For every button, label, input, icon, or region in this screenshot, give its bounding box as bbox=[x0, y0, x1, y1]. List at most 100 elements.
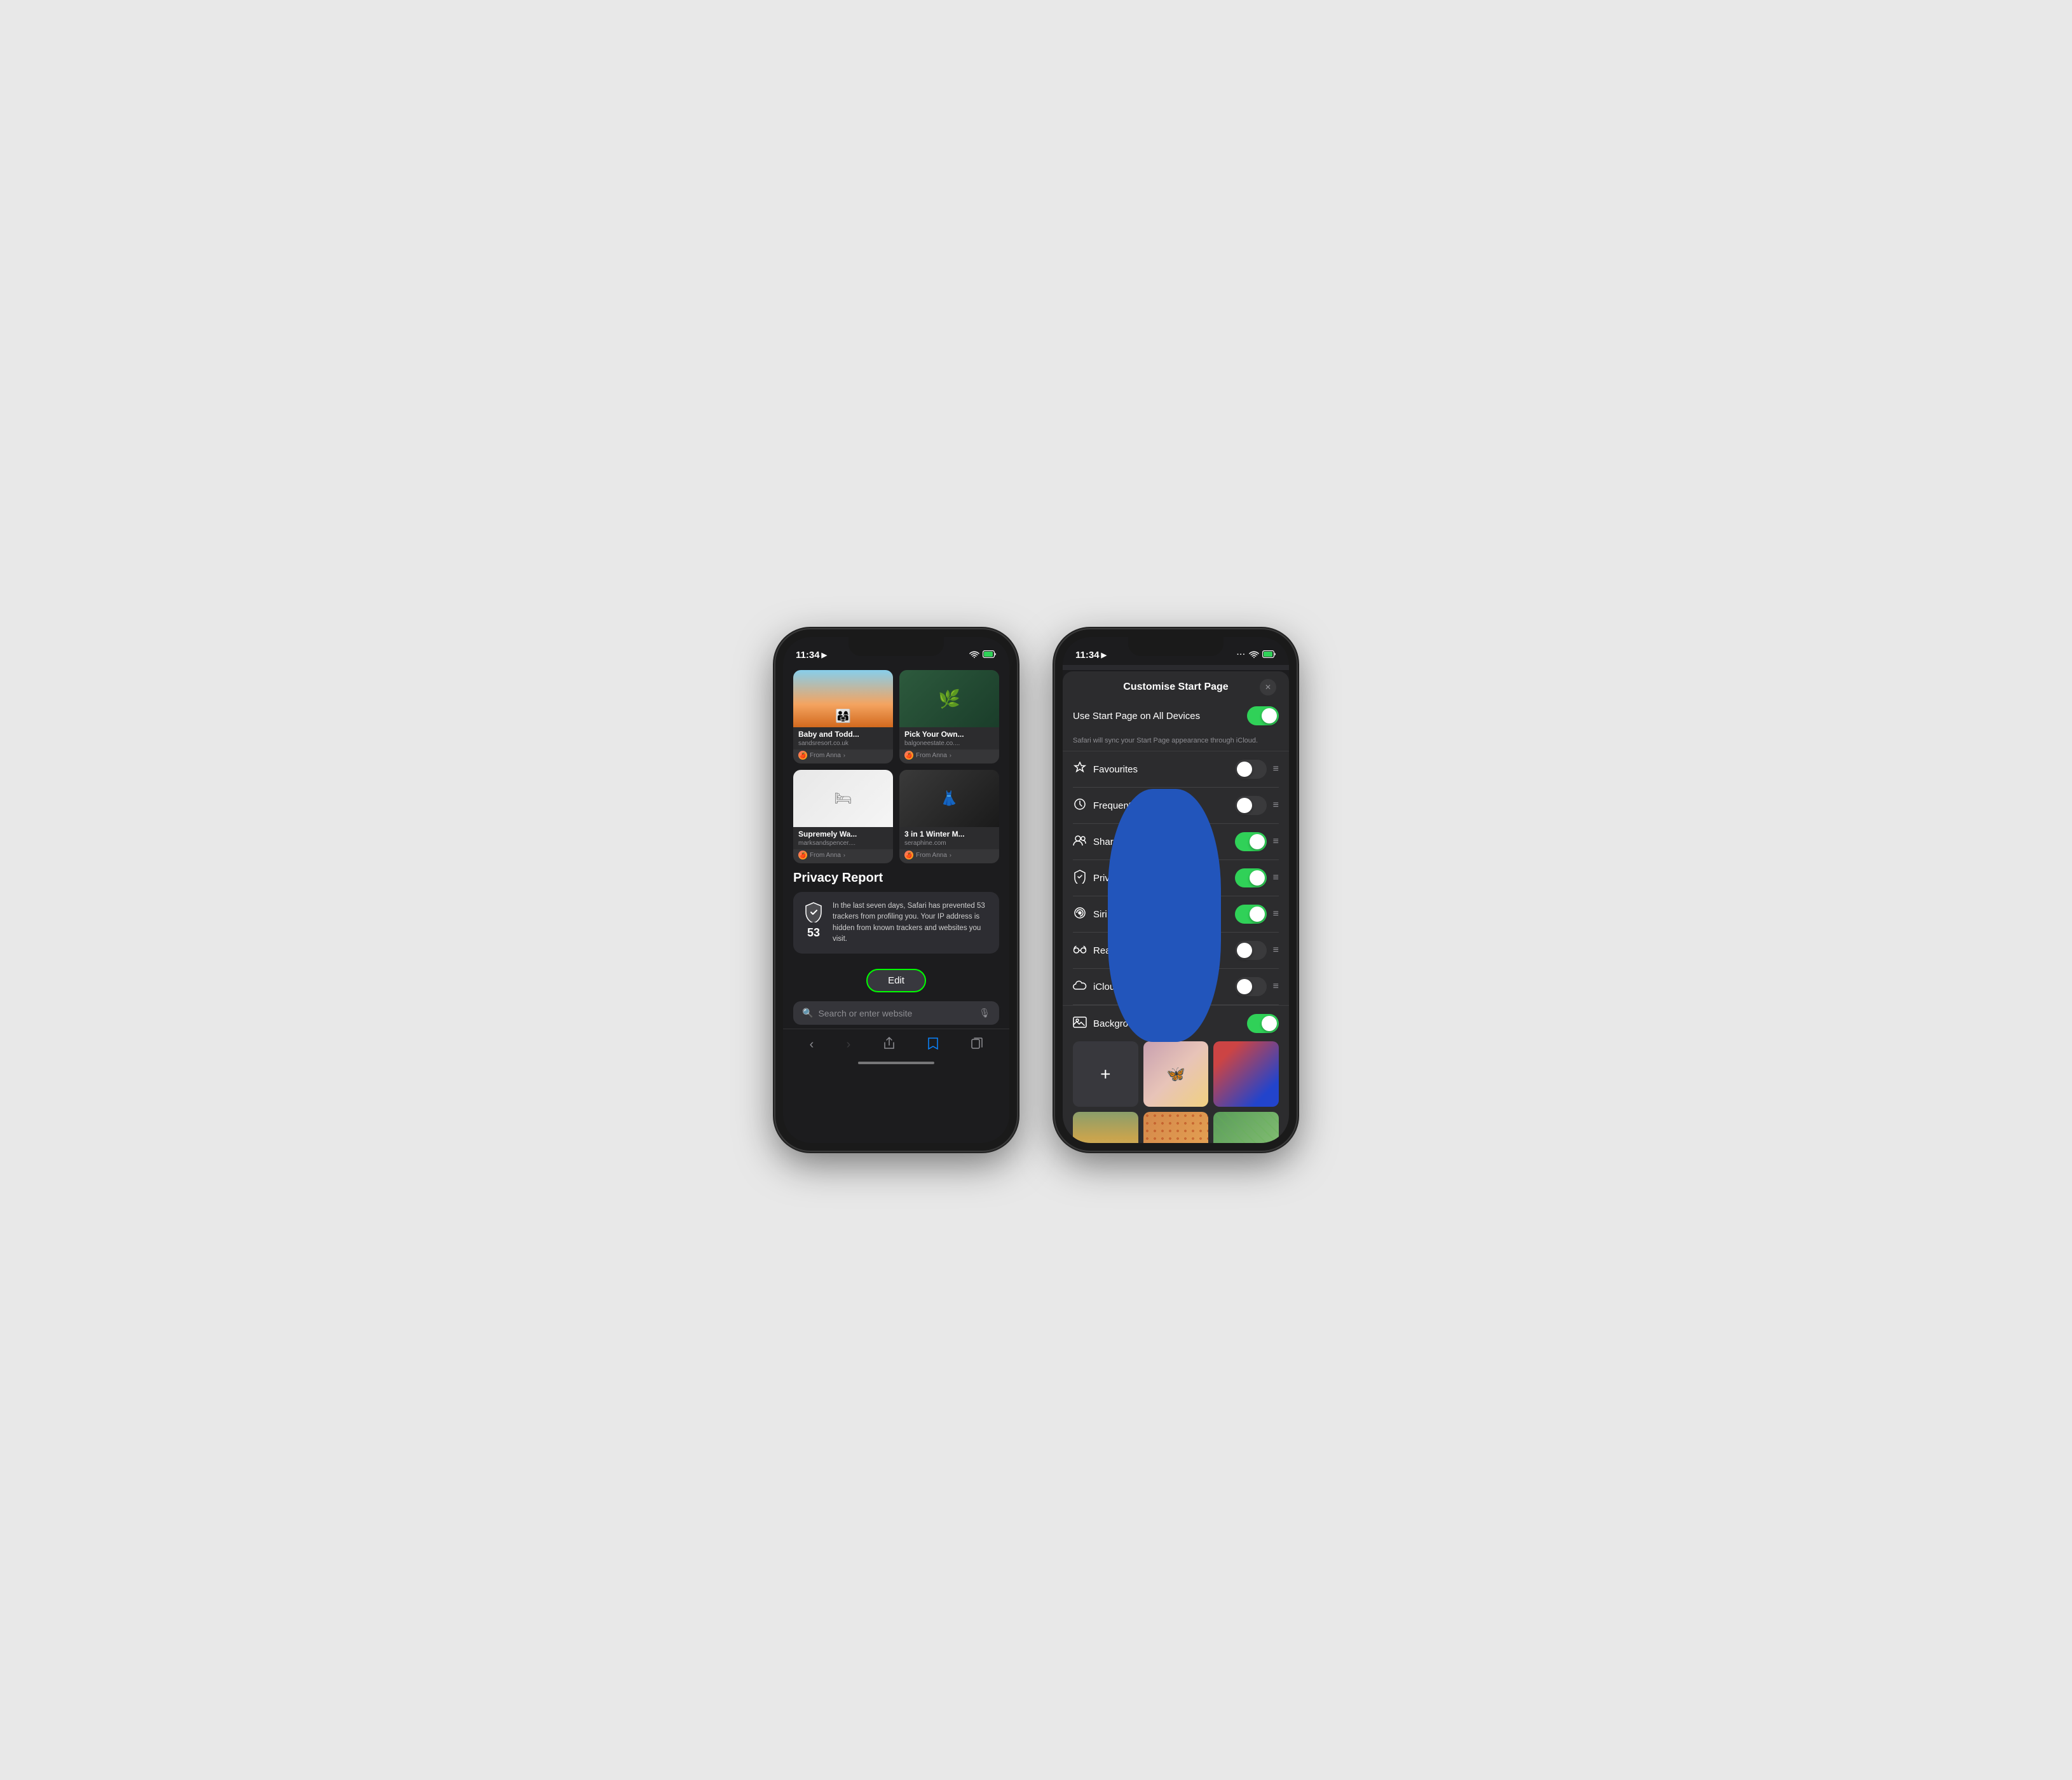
chevron-4: › bbox=[950, 852, 951, 858]
setting-left-favourites: Favourites bbox=[1073, 762, 1138, 777]
bookmarks-icon[interactable] bbox=[922, 1034, 944, 1055]
edit-button[interactable]: Edit bbox=[866, 969, 926, 992]
drag-handle-shared[interactable]: ≡ bbox=[1273, 836, 1279, 847]
shield-icon bbox=[802, 901, 825, 924]
frequently-visited-toggle[interactable] bbox=[1235, 796, 1267, 815]
setting-right-reading: ≡ bbox=[1235, 941, 1279, 960]
from-avatar-3: 🍎 bbox=[798, 851, 807, 859]
privacy-section: Privacy Report 53 In the last seven days… bbox=[783, 863, 1009, 961]
favourites-toggle[interactable] bbox=[1235, 760, 1267, 779]
card-img-beach: 👨‍👩‍👧 bbox=[793, 670, 893, 727]
phone-2: 11:34 ▶ ··· bbox=[1055, 629, 1297, 1151]
favourites-label: Favourites bbox=[1093, 764, 1138, 775]
bg-thumb-abstract[interactable] bbox=[1213, 1041, 1279, 1107]
privacy-card: 53 In the last seven days, Safari has pr… bbox=[793, 892, 999, 954]
battery-icon-2 bbox=[1262, 650, 1276, 660]
privacy-title: Privacy Report bbox=[793, 871, 999, 886]
phone-1-screen: 11:34 ▶ bbox=[783, 637, 1009, 1143]
sync-toggle-row: Use Start Page on All Devices bbox=[1073, 698, 1279, 734]
shared-with-you-toggle[interactable] bbox=[1235, 832, 1267, 851]
toggle-knob-fav bbox=[1237, 762, 1252, 777]
add-background-button[interactable]: + bbox=[1073, 1041, 1138, 1107]
white-icon: 🛏 bbox=[835, 790, 852, 807]
from-avatar-2: 🍎 bbox=[904, 751, 913, 760]
sync-toggle-label: Use Start Page on All Devices bbox=[1073, 711, 1200, 722]
sync-description: Safari will sync your Start Page appeara… bbox=[1073, 734, 1279, 751]
close-button[interactable]: ✕ bbox=[1260, 679, 1276, 695]
dots-pattern bbox=[1143, 1112, 1209, 1143]
card-title-1: Baby and Todd... bbox=[793, 727, 893, 740]
chevron-3: › bbox=[843, 852, 845, 858]
card-url-2: balgoneestate.co.... bbox=[899, 740, 999, 750]
card-title-3: Supremely Wa... bbox=[793, 827, 893, 840]
card-from-4: 🍎 From Anna › bbox=[899, 849, 999, 863]
close-icon: ✕ bbox=[1265, 683, 1271, 692]
glasses-icon bbox=[1073, 944, 1087, 957]
card-url-4: seraphine.com bbox=[899, 840, 999, 849]
toggle-knob-icloud bbox=[1237, 979, 1252, 994]
search-bar[interactable]: 🔍 Search or enter website 🎙 bbox=[793, 1001, 999, 1025]
reading-list-toggle[interactable] bbox=[1235, 941, 1267, 960]
privacy-icon-wrap: 53 bbox=[802, 901, 825, 940]
drag-handle-icloud[interactable]: ≡ bbox=[1273, 981, 1279, 992]
card-url-1: sandsresort.co.uk bbox=[793, 740, 893, 750]
drag-handle-favourites[interactable]: ≡ bbox=[1273, 763, 1279, 775]
bg-thumb-nature[interactable] bbox=[1073, 1112, 1138, 1143]
setting-right-shared: ≡ bbox=[1235, 832, 1279, 851]
bg-thumb-leaves[interactable] bbox=[1213, 1112, 1279, 1143]
background-image-toggle[interactable] bbox=[1247, 1014, 1279, 1033]
home-indicator-1 bbox=[858, 1062, 934, 1064]
toggle-knob-sync bbox=[1262, 708, 1277, 723]
privacy-description: In the last seven days, Safari has preve… bbox=[833, 901, 990, 945]
toggle-knob-reading bbox=[1237, 943, 1252, 958]
battery-icon-1 bbox=[983, 650, 997, 660]
edit-button-wrap: Edit bbox=[783, 961, 1009, 997]
back-icon[interactable]: ‹ bbox=[805, 1035, 819, 1055]
setting-right-siri: ≡ bbox=[1235, 905, 1279, 924]
background-grid: + 🦋 bbox=[1073, 1041, 1279, 1143]
toggle-knob-siri bbox=[1250, 907, 1265, 922]
image-icon bbox=[1073, 1017, 1087, 1031]
drag-handle-privacy[interactable]: ≡ bbox=[1273, 872, 1279, 884]
plus-icon: + bbox=[1100, 1064, 1110, 1085]
shared-icon bbox=[1073, 835, 1087, 849]
setting-right-icloud: ≡ bbox=[1235, 977, 1279, 996]
card-supremely[interactable]: 🛏 Supremely Wa... marksandspencer.... 🍎 … bbox=[793, 770, 893, 863]
card-url-3: marksandspencer.... bbox=[793, 840, 893, 849]
forward-icon[interactable]: › bbox=[842, 1035, 856, 1055]
drag-handle-reading[interactable]: ≡ bbox=[1273, 945, 1279, 956]
background-section: Background Image + 🦋 bbox=[1063, 1005, 1289, 1143]
beach-figures-icon: 👨‍👩‍👧 bbox=[835, 708, 851, 724]
modal-header: Customise Start Page ✕ bbox=[1063, 671, 1289, 698]
bottom-nav: ‹ › bbox=[783, 1029, 1009, 1058]
wifi-icon-2 bbox=[1249, 650, 1259, 660]
card-from-label-3: From Anna bbox=[810, 852, 841, 859]
tabs-icon[interactable] bbox=[966, 1035, 988, 1055]
from-avatar-4: 🍎 bbox=[904, 851, 913, 859]
status-icons-2: ··· bbox=[1237, 650, 1276, 660]
card-pick-your-own[interactable]: 🌿 Pick Your Own... balgoneestate.co.... … bbox=[899, 670, 999, 763]
setting-right-favourites: ≡ bbox=[1235, 760, 1279, 779]
siri-icon bbox=[1073, 907, 1087, 922]
bg-thumb-dots[interactable] bbox=[1143, 1112, 1209, 1143]
shield-setting-icon bbox=[1073, 870, 1087, 887]
privacy-report-toggle[interactable] bbox=[1235, 868, 1267, 887]
card-img-black: 👗 bbox=[899, 770, 999, 827]
share-icon[interactable] bbox=[878, 1034, 900, 1055]
siri-suggestions-toggle[interactable] bbox=[1235, 905, 1267, 924]
leaves-pattern bbox=[1213, 1112, 1279, 1143]
card-winter[interactable]: 👗 3 in 1 Winter M... seraphine.com 🍎 Fro… bbox=[899, 770, 999, 863]
bg-thumb-butterfly[interactable]: 🦋 bbox=[1143, 1041, 1209, 1107]
card-from-1: 🍎 From Anna › bbox=[793, 750, 893, 763]
setting-right-privacy: ≡ bbox=[1235, 868, 1279, 887]
drag-handle-freq[interactable]: ≡ bbox=[1273, 800, 1279, 811]
icloud-tabs-toggle[interactable] bbox=[1235, 977, 1267, 996]
location-icon-2: ▶ bbox=[1101, 651, 1107, 659]
from-avatar-1: 🍎 bbox=[798, 751, 807, 760]
fashion-icon: 👗 bbox=[941, 790, 958, 807]
card-baby-todd[interactable]: 👨‍👩‍👧 Baby and Todd... sandsresort.co.uk… bbox=[793, 670, 893, 763]
toggle-knob-shared bbox=[1250, 834, 1265, 849]
sync-toggle[interactable] bbox=[1247, 706, 1279, 725]
chevron-1: › bbox=[843, 752, 845, 758]
drag-handle-siri[interactable]: ≡ bbox=[1273, 908, 1279, 920]
